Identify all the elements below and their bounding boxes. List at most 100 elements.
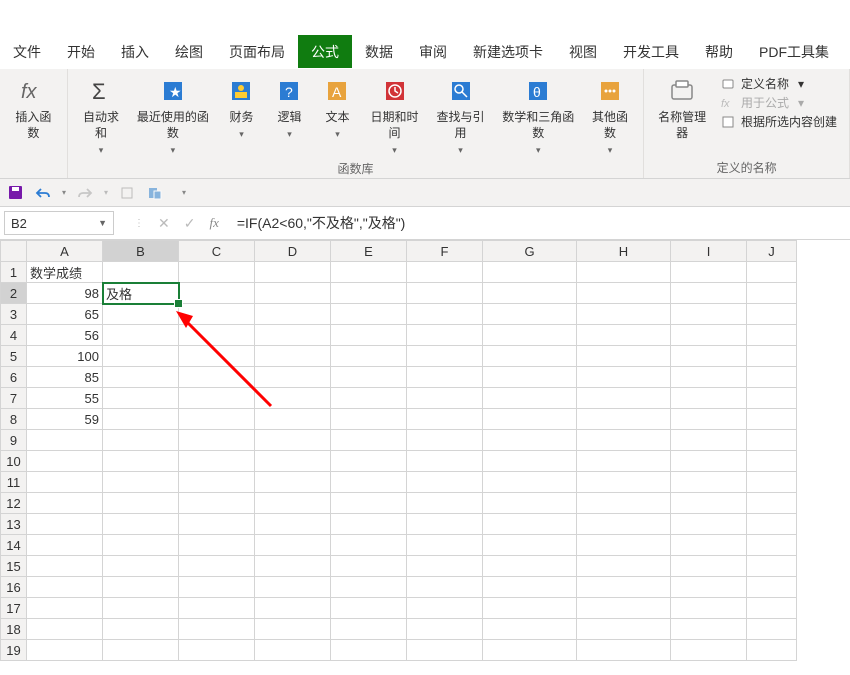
cell[interactable] — [331, 514, 407, 535]
cell[interactable] — [671, 640, 747, 661]
ribbon-tab-视图[interactable]: 视图 — [556, 35, 610, 68]
cell[interactable] — [255, 346, 331, 367]
row-header[interactable]: 2 — [1, 283, 27, 304]
cell[interactable] — [331, 409, 407, 430]
cell[interactable] — [577, 535, 671, 556]
ribbon-tab-新建选项卡[interactable]: 新建选项卡 — [460, 35, 556, 68]
cell[interactable] — [483, 367, 577, 388]
autosum-button[interactable]: Σ 自动求和▾ — [74, 73, 128, 160]
cell[interactable] — [483, 304, 577, 325]
row-header[interactable]: 12 — [1, 493, 27, 514]
row-header[interactable]: 6 — [1, 367, 27, 388]
cell[interactable] — [671, 304, 747, 325]
cell[interactable] — [331, 556, 407, 577]
cell[interactable] — [671, 451, 747, 472]
row-header[interactable]: 7 — [1, 388, 27, 409]
cell[interactable] — [577, 451, 671, 472]
row-header[interactable]: 18 — [1, 619, 27, 640]
cell[interactable] — [407, 346, 483, 367]
cell[interactable] — [103, 262, 179, 283]
cell[interactable] — [331, 430, 407, 451]
cell[interactable] — [747, 535, 797, 556]
cell[interactable] — [671, 556, 747, 577]
cell[interactable] — [747, 598, 797, 619]
cell[interactable] — [483, 388, 577, 409]
cell[interactable] — [407, 493, 483, 514]
cell[interactable] — [331, 619, 407, 640]
cell[interactable] — [577, 346, 671, 367]
cell[interactable] — [747, 514, 797, 535]
cell[interactable] — [577, 304, 671, 325]
math-button[interactable]: θ 数学和三角函数▾ — [494, 73, 583, 160]
cell[interactable] — [483, 451, 577, 472]
ribbon-tab-PDF工具集[interactable]: PDF工具集 — [746, 35, 842, 68]
cell[interactable] — [577, 367, 671, 388]
cell[interactable] — [671, 367, 747, 388]
cell[interactable] — [671, 535, 747, 556]
cell[interactable] — [671, 262, 747, 283]
cell[interactable]: 55 — [27, 388, 103, 409]
cell[interactable] — [103, 304, 179, 325]
cell[interactable] — [103, 619, 179, 640]
fx-icon[interactable]: fx — [209, 215, 218, 231]
cell[interactable] — [103, 388, 179, 409]
cell[interactable] — [577, 388, 671, 409]
ribbon-tab-审阅[interactable]: 审阅 — [406, 35, 460, 68]
row-header[interactable]: 19 — [1, 640, 27, 661]
cell[interactable] — [179, 556, 255, 577]
cell[interactable] — [255, 409, 331, 430]
cell[interactable] — [331, 283, 407, 304]
cell[interactable] — [671, 430, 747, 451]
cell[interactable] — [27, 493, 103, 514]
ribbon-tab-插入[interactable]: 插入 — [108, 35, 162, 68]
cell[interactable] — [179, 472, 255, 493]
cell[interactable] — [179, 409, 255, 430]
cell[interactable] — [407, 367, 483, 388]
cell[interactable] — [103, 409, 179, 430]
row-header[interactable]: 15 — [1, 556, 27, 577]
cell[interactable] — [747, 367, 797, 388]
cell[interactable] — [577, 493, 671, 514]
create-from-selection-button[interactable]: 根据所选内容创建 — [720, 113, 837, 130]
use-in-formula-button[interactable]: fx 用于公式 ▾ — [720, 94, 837, 111]
cell[interactable] — [331, 325, 407, 346]
more-functions-button[interactable]: 其他函数▾ — [583, 73, 637, 160]
cell[interactable] — [103, 430, 179, 451]
cell[interactable] — [27, 472, 103, 493]
cell[interactable] — [179, 346, 255, 367]
cell[interactable] — [747, 619, 797, 640]
cell[interactable] — [255, 535, 331, 556]
insert-function-button[interactable]: fx 插入函数 — [6, 73, 61, 143]
recent-functions-button[interactable]: ★ 最近使用的函数▾ — [128, 73, 217, 160]
fill-handle[interactable] — [175, 300, 182, 307]
row-header[interactable]: 17 — [1, 598, 27, 619]
ribbon-tab-开发工具[interactable]: 开发工具 — [610, 35, 692, 68]
cell[interactable] — [483, 430, 577, 451]
cell[interactable] — [671, 388, 747, 409]
cell[interactable] — [577, 598, 671, 619]
cell[interactable] — [255, 640, 331, 661]
cancel-icon[interactable]: ✕ — [158, 215, 170, 232]
cell[interactable] — [577, 577, 671, 598]
cell[interactable] — [747, 577, 797, 598]
row-header[interactable]: 3 — [1, 304, 27, 325]
cell[interactable] — [747, 472, 797, 493]
cell[interactable] — [331, 535, 407, 556]
cell[interactable] — [255, 514, 331, 535]
cell[interactable] — [255, 367, 331, 388]
cell[interactable] — [671, 346, 747, 367]
cell[interactable] — [27, 598, 103, 619]
cell[interactable] — [27, 640, 103, 661]
cell[interactable] — [407, 640, 483, 661]
ribbon-tab-文件[interactable]: 文件 — [0, 35, 54, 68]
cell[interactable] — [179, 367, 255, 388]
cell[interactable] — [407, 472, 483, 493]
cell[interactable] — [577, 262, 671, 283]
row-header[interactable]: 8 — [1, 409, 27, 430]
column-header[interactable]: C — [179, 241, 255, 262]
cell[interactable] — [179, 514, 255, 535]
financial-button[interactable]: 财务▾ — [217, 73, 265, 144]
cell[interactable] — [483, 409, 577, 430]
row-header[interactable]: 4 — [1, 325, 27, 346]
cell[interactable] — [483, 556, 577, 577]
